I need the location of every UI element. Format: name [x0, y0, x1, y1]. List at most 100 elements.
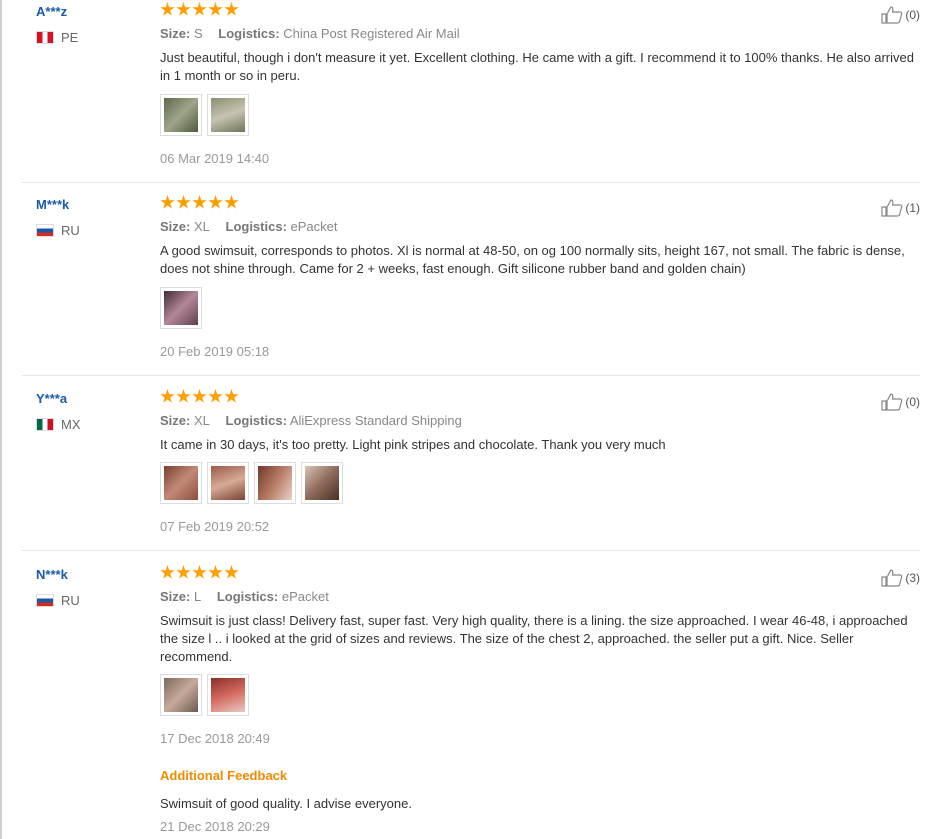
helpful-button[interactable]: (0) — [881, 6, 920, 24]
logistics-label: Logistics: — [218, 26, 280, 41]
review-photo[interactable] — [160, 674, 202, 716]
star-icon — [192, 195, 207, 209]
logistics-label: Logistics: — [216, 589, 279, 604]
mexico-flag-icon — [36, 418, 54, 431]
star-icon — [208, 2, 223, 16]
russia-flag-icon — [36, 594, 54, 607]
review-item: A***z PE Size: S Logistics: China Post R… — [22, 2, 920, 183]
review-photos — [160, 287, 202, 329]
star-icon — [160, 2, 175, 16]
peru-flag-icon — [36, 31, 54, 44]
reviewer-name[interactable]: M***k — [36, 197, 69, 212]
review-item: M***k RU Size: XL Logistics: ePacket A g… — [22, 195, 920, 376]
helpful-button[interactable]: (3) — [881, 569, 920, 587]
helpful-count: (0) — [905, 8, 920, 22]
thumbs-up-icon — [881, 393, 903, 411]
star-icon — [192, 2, 207, 16]
star-icon — [160, 389, 175, 403]
country-code: PE — [61, 30, 79, 45]
review-text: A good swimsuit, corresponds to photos. … — [160, 243, 905, 276]
star-icon — [224, 2, 239, 16]
star-icon — [160, 565, 175, 579]
reviewer-name[interactable]: N***k — [36, 567, 68, 582]
order-info: Size: XL Logistics: AliExpress Standard … — [160, 413, 462, 428]
thumbs-up-icon — [881, 569, 903, 587]
star-icon — [192, 389, 207, 403]
review-photo[interactable] — [254, 462, 296, 504]
country-code: MX — [61, 417, 81, 432]
star-icon — [176, 195, 191, 209]
reviewer-name[interactable]: A***z — [36, 4, 67, 19]
size-label: Size: — [160, 26, 191, 41]
review-photos — [160, 462, 343, 504]
helpful-count: (1) — [905, 201, 920, 215]
helpful-count: (3) — [905, 571, 920, 585]
country-code: RU — [61, 223, 80, 238]
order-info: Size: S Logistics: China Post Registered… — [160, 26, 460, 41]
left-border — [0, 0, 2, 839]
review-photo[interactable] — [160, 94, 202, 136]
size-label: Size: — [160, 219, 191, 234]
star-icon — [176, 565, 191, 579]
review-date: 17 Dec 2018 20:49 — [160, 731, 270, 746]
size-label: Size: — [160, 589, 191, 604]
reviewer-country: RU — [36, 223, 80, 238]
review-date: 07 Feb 2019 20:52 — [160, 519, 270, 534]
logistics-value: AliExpress Standard Shipping — [289, 413, 462, 428]
star-icon — [224, 565, 239, 579]
star-icon — [160, 195, 175, 209]
order-info: Size: L Logistics: ePacket — [160, 589, 329, 604]
russia-flag-icon — [36, 224, 54, 237]
review-item: Y***a MX Size: XL Logistics: AliExpress … — [22, 389, 920, 551]
review-item: N***k RU Size: L Logistics: ePacket Swim… — [22, 565, 920, 839]
review-text: Swimsuit is just class! Delivery fast, s… — [160, 613, 908, 664]
star-rating — [160, 565, 239, 580]
reviewer-name[interactable]: Y***a — [36, 391, 67, 406]
star-rating — [160, 389, 239, 404]
star-icon — [176, 2, 191, 16]
review-photo[interactable] — [301, 462, 343, 504]
additional-feedback-title: Additional Feedback — [160, 768, 288, 783]
star-icon — [176, 389, 191, 403]
helpful-button[interactable]: (1) — [881, 199, 920, 217]
review-photo[interactable] — [160, 462, 202, 504]
star-rating — [160, 2, 239, 17]
review-date: 20 Feb 2019 05:18 — [160, 344, 270, 359]
review-date: 06 Mar 2019 14:40 — [160, 151, 270, 166]
star-rating — [160, 195, 239, 210]
review-photos — [160, 674, 249, 716]
review-photo[interactable] — [207, 462, 249, 504]
reviewer-country: MX — [36, 417, 81, 432]
order-info: Size: XL Logistics: ePacket — [160, 219, 338, 234]
reviewer-country: RU — [36, 593, 80, 608]
additional-feedback-date: 21 Dec 2018 20:29 — [160, 819, 270, 834]
logistics-value: ePacket — [281, 589, 329, 604]
star-icon — [208, 389, 223, 403]
review-photos — [160, 94, 249, 136]
size-value: XL — [193, 219, 210, 234]
review-text: It came in 30 days, it's too pretty. Lig… — [160, 437, 666, 452]
review-text: Just beautiful, though i don't measure i… — [160, 50, 914, 83]
size-label: Size: — [160, 413, 191, 428]
helpful-button[interactable]: (0) — [881, 393, 920, 411]
logistics-label: Logistics: — [225, 413, 287, 428]
review-photo[interactable] — [160, 287, 202, 329]
star-icon — [192, 565, 207, 579]
logistics-value: China Post Registered Air Mail — [283, 26, 460, 41]
star-icon — [224, 195, 239, 209]
review-photo[interactable] — [207, 94, 249, 136]
additional-feedback-text: Swimsuit of good quality. I advise every… — [160, 796, 412, 811]
size-value: S — [193, 26, 203, 41]
review-photo[interactable] — [207, 674, 249, 716]
star-icon — [208, 565, 223, 579]
helpful-count: (0) — [905, 395, 920, 409]
size-value: L — [193, 589, 202, 604]
logistics-value: ePacket — [290, 219, 338, 234]
star-icon — [208, 195, 223, 209]
reviewer-country: PE — [36, 30, 78, 45]
thumbs-up-icon — [881, 199, 903, 217]
logistics-label: Logistics: — [225, 219, 287, 234]
thumbs-up-icon — [881, 6, 903, 24]
country-code: RU — [61, 593, 80, 608]
star-icon — [224, 389, 239, 403]
